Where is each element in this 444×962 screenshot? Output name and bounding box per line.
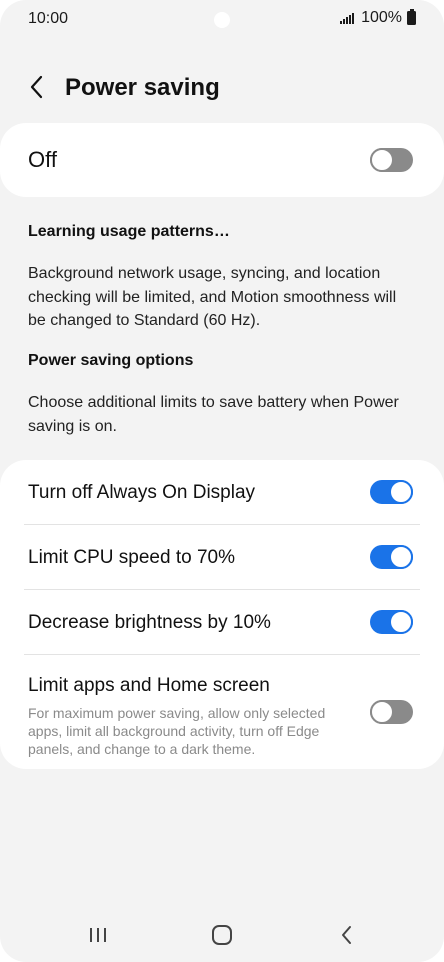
back-icon: [342, 926, 351, 944]
option-label: Decrease brightness by 10%: [28, 612, 271, 633]
decrease-brightness-toggle[interactable]: [370, 610, 413, 634]
option-label: Limit apps and Home screen: [28, 675, 270, 696]
option-limit-cpu[interactable]: Limit CPU speed to 70%: [0, 525, 444, 590]
battery-percent: 100%: [361, 9, 402, 26]
back-button[interactable]: [20, 70, 54, 104]
toggle-knob: [389, 610, 413, 634]
phone-screen: 10:00 100% Power saving Off Learning usa…: [0, 0, 444, 962]
signal-icon: [340, 12, 355, 24]
option-decrease-brightness[interactable]: Decrease brightness by 10%: [0, 590, 444, 655]
app-header: Power saving: [0, 62, 444, 112]
toggle-knob: [370, 148, 394, 172]
status-time: 10:00: [28, 10, 69, 27]
master-switch-toggle[interactable]: [370, 148, 413, 172]
option-label: Limit CPU speed to 70%: [28, 547, 235, 568]
toggle-knob: [389, 545, 413, 569]
status-bar: 10:00 100%: [0, 0, 444, 38]
option-limit-apps[interactable]: Limit apps and Home screen For maximum p…: [0, 655, 444, 769]
home-button[interactable]: [202, 920, 242, 950]
limit-cpu-toggle[interactable]: [370, 545, 413, 569]
recents-button[interactable]: [78, 920, 118, 950]
toggle-knob: [389, 480, 413, 504]
master-switch-card[interactable]: Off: [0, 123, 444, 197]
status-indicators: 100%: [340, 9, 416, 27]
options-description: Choose additional limits to save battery…: [28, 394, 399, 435]
option-always-on-display[interactable]: Turn off Always On Display: [0, 460, 444, 525]
options-card: Turn off Always On Display Limit CPU spe…: [0, 460, 444, 769]
battery-icon: [407, 9, 416, 25]
camera-cutout: [214, 12, 230, 28]
always-on-display-toggle[interactable]: [370, 480, 413, 504]
learning-heading: Learning usage patterns…: [28, 223, 230, 240]
chevron-left-icon: [30, 75, 43, 99]
master-switch-label: Off: [28, 147, 57, 172]
recents-icon: [90, 928, 106, 942]
learning-description: Background network usage, syncing, and l…: [28, 265, 397, 329]
toggle-knob: [370, 700, 394, 724]
option-label: Turn off Always On Display: [28, 482, 256, 503]
page-title: Power saving: [65, 74, 220, 101]
option-description: For maximum power saving, allow only sel…: [28, 705, 326, 757]
navigation-bar: [0, 910, 444, 960]
nav-back-button[interactable]: [327, 920, 367, 950]
home-icon: [212, 925, 232, 945]
options-heading: Power saving options: [28, 352, 194, 369]
limit-apps-toggle[interactable]: [370, 700, 413, 724]
